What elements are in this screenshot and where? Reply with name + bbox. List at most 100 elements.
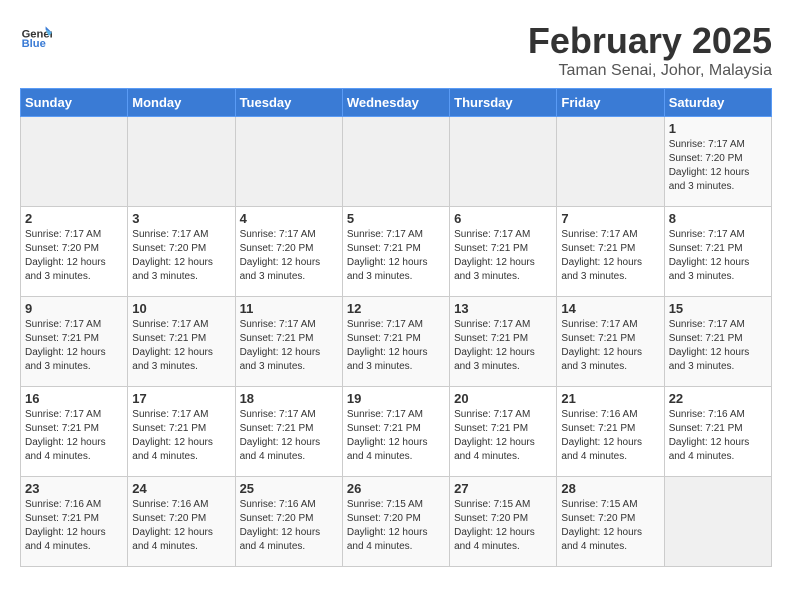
day-number: 3	[132, 211, 230, 226]
day-number: 28	[561, 481, 659, 496]
weekday-header-friday: Friday	[557, 89, 664, 117]
day-cell: 18 Sunrise: 7:17 AMSunset: 7:21 PMDayligh…	[235, 387, 342, 477]
weekday-header-tuesday: Tuesday	[235, 89, 342, 117]
day-cell: 2 Sunrise: 7:17 AMSunset: 7:20 PMDaylight…	[21, 207, 128, 297]
calendar-table: SundayMondayTuesdayWednesdayThursdayFrid…	[20, 88, 772, 567]
day-info: Sunrise: 7:17 AMSunset: 7:20 PMDaylight:…	[240, 228, 338, 284]
day-cell: 13 Sunrise: 7:17 AMSunset: 7:21 PMDayligh…	[450, 297, 557, 387]
day-info: Sunrise: 7:16 AMSunset: 7:20 PMDaylight:…	[132, 498, 230, 554]
day-cell: 26Sunrise: 7:15 AMSunset: 7:20 PMDayligh…	[342, 477, 449, 567]
day-number: 11	[240, 301, 338, 316]
day-cell: 8 Sunrise: 7:17 AMSunset: 7:21 PMDaylight…	[664, 207, 771, 297]
day-info: Sunrise: 7:17 AMSunset: 7:20 PMDaylight:…	[132, 228, 230, 284]
day-info: Sunrise: 7:17 AMSunset: 7:20 PMDaylight:…	[25, 228, 123, 284]
week-row-5: 23 Sunrise: 7:16 AMSunset: 7:21 PMDayligh…	[21, 477, 772, 567]
day-number: 6	[454, 211, 552, 226]
day-cell	[128, 117, 235, 207]
day-info: Sunrise: 7:17 AMSunset: 7:21 PMDaylight:…	[132, 318, 230, 374]
day-cell: 4 Sunrise: 7:17 AMSunset: 7:20 PMDaylight…	[235, 207, 342, 297]
page-header: General Blue February 2025 Taman Senai, …	[20, 20, 772, 80]
day-info: Sunrise: 7:17 AMSunset: 7:21 PMDaylight:…	[25, 408, 123, 464]
day-cell: 17 Sunrise: 7:17 AMSunset: 7:21 PMDayligh…	[128, 387, 235, 477]
weekday-header-row: SundayMondayTuesdayWednesdayThursdayFrid…	[21, 89, 772, 117]
day-number: 26	[347, 481, 445, 496]
day-info: Sunrise: 7:17 AMSunset: 7:21 PMDaylight:…	[454, 318, 552, 374]
day-cell: 7Sunrise: 7:17 AMSunset: 7:21 PMDaylight…	[557, 207, 664, 297]
day-number: 1	[669, 121, 767, 136]
day-cell: 11 Sunrise: 7:17 AMSunset: 7:21 PMDayligh…	[235, 297, 342, 387]
day-number: 15	[669, 301, 767, 316]
day-cell: 21Sunrise: 7:16 AMSunset: 7:21 PMDayligh…	[557, 387, 664, 477]
day-cell	[235, 117, 342, 207]
day-cell	[557, 117, 664, 207]
week-row-4: 16Sunrise: 7:17 AMSunset: 7:21 PMDayligh…	[21, 387, 772, 477]
day-number: 10	[132, 301, 230, 316]
day-info: Sunrise: 7:17 AMSunset: 7:21 PMDaylight:…	[454, 408, 552, 464]
day-cell: 12 Sunrise: 7:17 AMSunset: 7:21 PMDayligh…	[342, 297, 449, 387]
day-number: 23	[25, 481, 123, 496]
day-cell: 20 Sunrise: 7:17 AMSunset: 7:21 PMDayligh…	[450, 387, 557, 477]
day-cell: 22 Sunrise: 7:16 AMSunset: 7:21 PMDayligh…	[664, 387, 771, 477]
day-number: 17	[132, 391, 230, 406]
weekday-header-thursday: Thursday	[450, 89, 557, 117]
day-info: Sunrise: 7:17 AMSunset: 7:21 PMDaylight:…	[240, 318, 338, 374]
day-cell: 25 Sunrise: 7:16 AMSunset: 7:20 PMDayligh…	[235, 477, 342, 567]
day-cell: 1Sunrise: 7:17 AMSunset: 7:20 PMDaylight…	[664, 117, 771, 207]
day-info: Sunrise: 7:17 AMSunset: 7:21 PMDaylight:…	[347, 318, 445, 374]
day-cell: 19 Sunrise: 7:17 AMSunset: 7:21 PMDayligh…	[342, 387, 449, 477]
svg-text:Blue: Blue	[22, 38, 46, 50]
weekday-header-monday: Monday	[128, 89, 235, 117]
calendar-subtitle: Taman Senai, Johor, Malaysia	[528, 62, 772, 80]
day-info: Sunrise: 7:15 AMSunset: 7:20 PMDaylight:…	[454, 498, 552, 554]
day-number: 19	[347, 391, 445, 406]
day-number: 20	[454, 391, 552, 406]
day-number: 24	[132, 481, 230, 496]
day-cell: 5 Sunrise: 7:17 AMSunset: 7:21 PMDaylight…	[342, 207, 449, 297]
day-cell	[450, 117, 557, 207]
day-info: Sunrise: 7:17 AMSunset: 7:21 PMDaylight:…	[132, 408, 230, 464]
day-info: Sunrise: 7:17 AMSunset: 7:21 PMDaylight:…	[669, 228, 767, 284]
week-row-2: 2 Sunrise: 7:17 AMSunset: 7:20 PMDaylight…	[21, 207, 772, 297]
day-info: Sunrise: 7:17 AMSunset: 7:21 PMDaylight:…	[669, 318, 767, 374]
day-number: 7	[561, 211, 659, 226]
weekday-header-sunday: Sunday	[21, 89, 128, 117]
day-number: 27	[454, 481, 552, 496]
weekday-header-saturday: Saturday	[664, 89, 771, 117]
day-cell: 3 Sunrise: 7:17 AMSunset: 7:20 PMDaylight…	[128, 207, 235, 297]
day-number: 21	[561, 391, 659, 406]
day-cell: 24 Sunrise: 7:16 AMSunset: 7:20 PMDayligh…	[128, 477, 235, 567]
day-info: Sunrise: 7:17 AMSunset: 7:21 PMDaylight:…	[347, 408, 445, 464]
day-number: 18	[240, 391, 338, 406]
day-cell: 15 Sunrise: 7:17 AMSunset: 7:21 PMDayligh…	[664, 297, 771, 387]
title-section: February 2025 Taman Senai, Johor, Malays…	[528, 20, 772, 80]
day-cell: 14Sunrise: 7:17 AMSunset: 7:21 PMDayligh…	[557, 297, 664, 387]
day-cell	[21, 117, 128, 207]
day-cell	[664, 477, 771, 567]
day-cell: 6 Sunrise: 7:17 AMSunset: 7:21 PMDaylight…	[450, 207, 557, 297]
day-cell: 10 Sunrise: 7:17 AMSunset: 7:21 PMDayligh…	[128, 297, 235, 387]
day-info: Sunrise: 7:17 AMSunset: 7:21 PMDaylight:…	[561, 318, 659, 374]
day-info: Sunrise: 7:16 AMSunset: 7:21 PMDaylight:…	[25, 498, 123, 554]
day-number: 13	[454, 301, 552, 316]
day-info: Sunrise: 7:17 AMSunset: 7:21 PMDaylight:…	[25, 318, 123, 374]
day-cell: 9 Sunrise: 7:17 AMSunset: 7:21 PMDaylight…	[21, 297, 128, 387]
day-info: Sunrise: 7:16 AMSunset: 7:21 PMDaylight:…	[669, 408, 767, 464]
day-number: 22	[669, 391, 767, 406]
day-number: 12	[347, 301, 445, 316]
calendar-title: February 2025	[528, 20, 772, 62]
week-row-1: 1Sunrise: 7:17 AMSunset: 7:20 PMDaylight…	[21, 117, 772, 207]
day-cell: 27 Sunrise: 7:15 AMSunset: 7:20 PMDayligh…	[450, 477, 557, 567]
logo: General Blue	[20, 20, 52, 52]
logo-icon: General Blue	[20, 20, 52, 52]
day-info: Sunrise: 7:17 AMSunset: 7:21 PMDaylight:…	[454, 228, 552, 284]
day-number: 25	[240, 481, 338, 496]
day-number: 8	[669, 211, 767, 226]
day-info: Sunrise: 7:16 AMSunset: 7:20 PMDaylight:…	[240, 498, 338, 554]
day-info: Sunrise: 7:17 AMSunset: 7:21 PMDaylight:…	[240, 408, 338, 464]
day-number: 9	[25, 301, 123, 316]
day-number: 5	[347, 211, 445, 226]
day-number: 4	[240, 211, 338, 226]
week-row-3: 9 Sunrise: 7:17 AMSunset: 7:21 PMDaylight…	[21, 297, 772, 387]
day-number: 2	[25, 211, 123, 226]
day-info: Sunrise: 7:17 AMSunset: 7:21 PMDaylight:…	[347, 228, 445, 284]
